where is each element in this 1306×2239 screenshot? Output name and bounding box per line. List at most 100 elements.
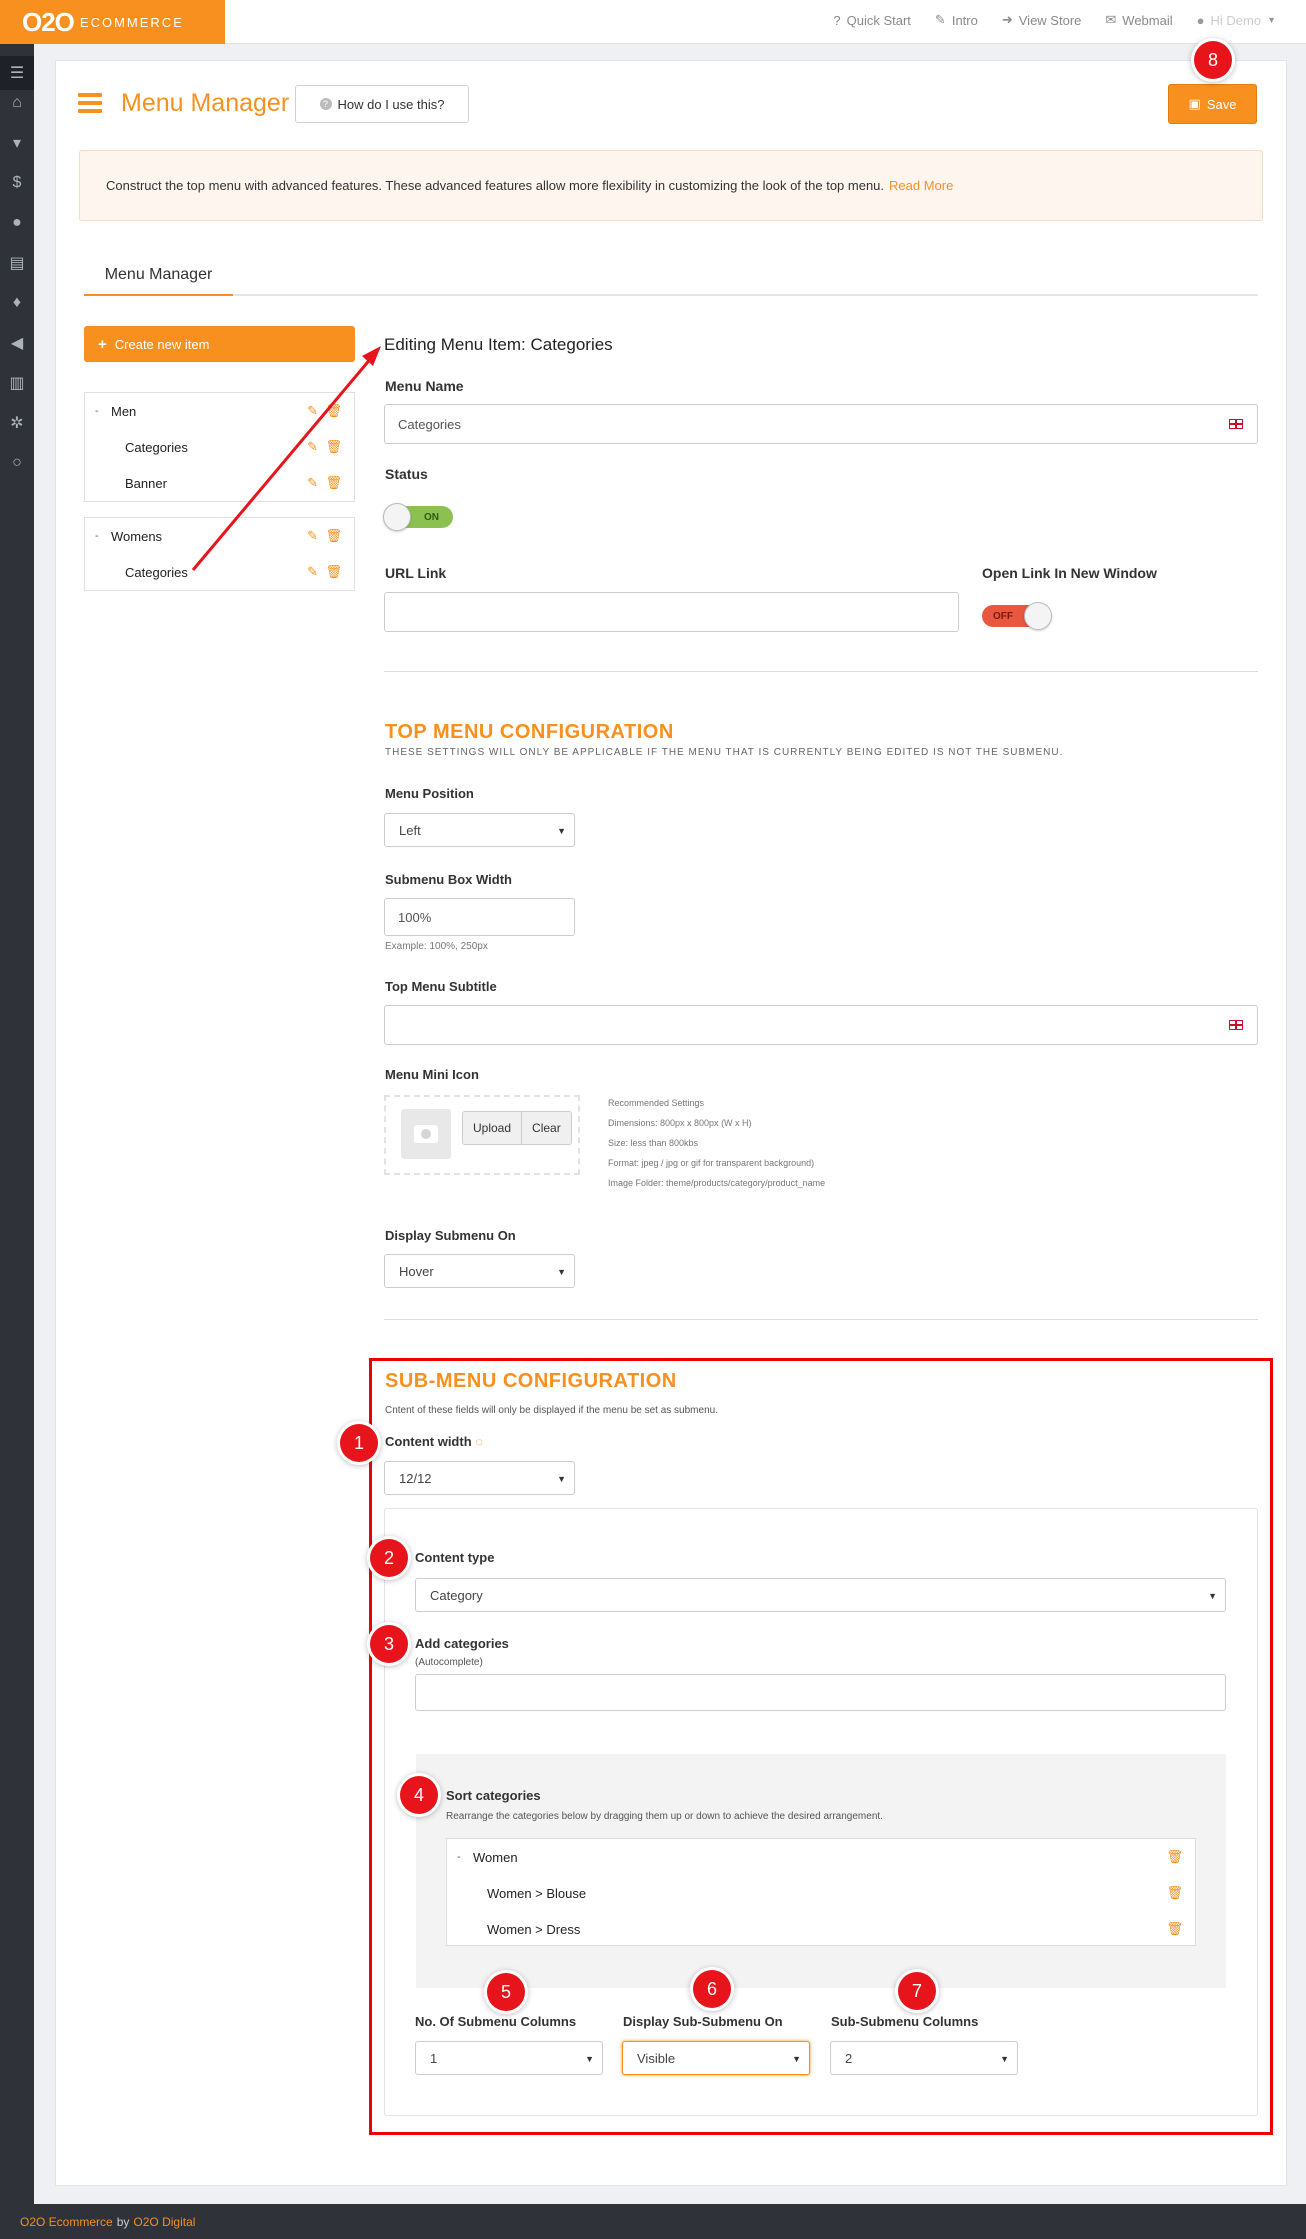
user-menu[interactable]: ● Hi Demo ▼ <box>1197 13 1276 28</box>
trash-icon[interactable]: 🗑 <box>325 564 342 580</box>
collapse-icon[interactable]: - <box>95 405 99 417</box>
flag-icon[interactable] <box>1229 1020 1243 1030</box>
view-store-link[interactable]: ➜ View Store <box>1002 12 1082 28</box>
menu-name-input[interactable]: Categories <box>384 404 1258 444</box>
megaphone-icon[interactable]: ◀ <box>0 326 34 360</box>
book-icon[interactable]: ▤ <box>0 246 34 280</box>
display-submenu-select[interactable]: Hover ▼ <box>384 1254 575 1288</box>
display-sub-submenu-value: Visible <box>637 2050 676 2066</box>
trash-icon[interactable]: 🗑 <box>1166 1885 1183 1901</box>
annotation-badge-4: 4 <box>400 1776 438 1814</box>
caret-down-icon: ▼ <box>557 1474 566 1484</box>
top-menu-subtitle-input[interactable] <box>384 1005 1258 1045</box>
comment-icon[interactable]: ◌ <box>475 1434 483 1449</box>
sort-item-label: Women <box>473 1849 518 1865</box>
edit-icon[interactable]: ✎ <box>307 564 318 580</box>
dollar-icon[interactable]: $ <box>0 166 34 200</box>
trash-icon[interactable]: 🗑 <box>1166 1921 1183 1937</box>
app-logo[interactable]: O2O ECOMMERCE <box>0 0 225 44</box>
sub-submenu-columns-label: Sub-Submenu Columns <box>831 2014 979 2029</box>
annotation-badge-2: 2 <box>370 1539 408 1577</box>
content-type-label: Content type <box>415 1550 495 1565</box>
chart-icon[interactable]: ▥ <box>0 366 34 400</box>
top-menu-title: TOP MENU CONFIGURATION <box>385 721 674 743</box>
save-button[interactable]: ▣ Save <box>1168 84 1257 124</box>
tree-item-men[interactable]: - Men ✎ 🗑 <box>85 393 354 429</box>
trash-icon[interactable]: 🗑 <box>325 439 342 455</box>
edit-icon[interactable]: ✎ <box>307 403 318 419</box>
menu-list-icon <box>78 93 102 113</box>
menu-position-value: Left <box>399 822 421 838</box>
status-toggle[interactable]: ON <box>383 503 453 531</box>
sub-submenu-columns-select[interactable]: 2 ▼ <box>830 2041 1018 2075</box>
collapse-icon[interactable]: - <box>95 530 99 542</box>
sort-item-dress[interactable]: Women > Dress 🗑 <box>447 1911 1195 1947</box>
help-button[interactable]: ? How do I use this? <box>295 85 469 123</box>
webmail-link[interactable]: ✉ Webmail <box>1105 12 1172 28</box>
edit-icon[interactable]: ✎ <box>307 528 318 544</box>
question-icon: ? <box>833 12 841 28</box>
sort-item-label: Women > Dress <box>487 1921 581 1937</box>
collapse-icon[interactable]: - <box>457 1851 461 1863</box>
content-type-value: Category <box>430 1587 483 1603</box>
quick-start-label: Quick Start <box>846 12 911 28</box>
tree-item-label: Categories <box>125 564 188 580</box>
top-nav: ? Quick Start ✎ Intro ➜ View Store ✉ Webmail… <box>833 0 1276 40</box>
footer-brand[interactable]: O2O Ecommerce <box>20 2215 113 2229</box>
upload-button-group: Upload Clear <box>462 1111 572 1145</box>
tab-menu-manager[interactable]: Menu Manager <box>84 256 233 296</box>
edit-icon[interactable]: ✎ <box>307 475 318 491</box>
cart-icon[interactable]: ▾ <box>0 126 34 160</box>
menu-toggle-icon[interactable]: ☰ <box>0 56 34 90</box>
sort-list: - Women 🗑 Women > Blouse 🗑 Women > Dress… <box>446 1838 1196 1946</box>
chat-icon[interactable]: ○ <box>0 446 34 480</box>
sub-menu-title: SUB-MENU CONFIGURATION <box>385 1370 677 1392</box>
menu-position-label: Menu Position <box>385 786 474 801</box>
submenu-columns-label: No. Of Submenu Columns <box>415 2014 577 2029</box>
brand-subtitle: ECOMMERCE <box>79 14 184 30</box>
create-new-item-button[interactable]: + Create new item <box>84 326 355 362</box>
new-window-toggle[interactable]: OFF <box>982 602 1052 630</box>
user-label: Hi Demo <box>1210 12 1262 28</box>
left-nav: ☰ ⌂ ▾ $ ● ▤ ♦ ◀ ▥ ✲ ○ <box>0 44 34 2204</box>
tree-item-categories[interactable]: Categories ✎ 🗑 <box>85 429 354 465</box>
read-more-link[interactable]: Read More <box>889 178 953 193</box>
clear-button[interactable]: Clear <box>521 1112 571 1144</box>
trash-icon[interactable]: 🗑 <box>325 528 342 544</box>
trash-icon[interactable]: 🗑 <box>1166 1849 1183 1865</box>
url-link-input[interactable] <box>384 592 959 632</box>
submenu-columns-select[interactable]: 1 ▼ <box>415 2041 603 2075</box>
thumbs-up-icon[interactable]: ♦ <box>0 286 34 320</box>
trash-icon[interactable]: 🗑 <box>325 475 342 491</box>
help-label: How do I use this? <box>337 96 445 112</box>
content-type-select[interactable]: Category ▼ <box>415 1578 1226 1612</box>
tree-item-womens[interactable]: - Womens ✎ 🗑 <box>85 518 354 554</box>
upload-button[interactable]: Upload <box>463 1112 522 1144</box>
image-upload-box: Upload Clear <box>384 1095 580 1175</box>
footer-company[interactable]: O2O Digital <box>133 2215 195 2229</box>
user-icon[interactable]: ● <box>0 206 34 240</box>
sort-item-women[interactable]: - Women 🗑 <box>447 1839 1195 1875</box>
intro-link[interactable]: ✎ Intro <box>935 12 978 28</box>
content-width-select[interactable]: 12/12 ▼ <box>384 1461 575 1495</box>
sort-item-blouse[interactable]: Women > Blouse 🗑 <box>447 1875 1195 1911</box>
tree-item-banner[interactable]: Banner ✎ 🗑 <box>85 465 354 501</box>
sort-categories-label: Sort categories <box>446 1788 541 1803</box>
add-categories-input[interactable] <box>415 1674 1226 1711</box>
display-sub-submenu-select[interactable]: Visible ▼ <box>622 2041 810 2075</box>
top-menu-subtitle-label: Top Menu Subtitle <box>385 979 497 994</box>
new-window-toggle-text: OFF <box>993 610 1013 622</box>
camera-placeholder-icon <box>401 1109 451 1159</box>
home-icon[interactable]: ⌂ <box>0 86 34 120</box>
user-icon: ● <box>1196 12 1205 28</box>
gears-icon[interactable]: ✲ <box>0 406 34 440</box>
quick-start-link[interactable]: ? Quick Start <box>833 13 911 28</box>
chevron-down-icon: ▼ <box>1267 15 1276 25</box>
trash-icon[interactable]: 🗑 <box>325 403 342 419</box>
tree-item-categories[interactable]: Categories ✎ 🗑 <box>85 554 354 590</box>
edit-icon[interactable]: ✎ <box>307 439 318 455</box>
menu-position-select[interactable]: Left ▼ <box>384 813 575 847</box>
caret-down-icon: ▼ <box>557 1267 566 1277</box>
box-width-input[interactable]: 100% <box>384 898 575 936</box>
flag-icon[interactable] <box>1229 419 1243 429</box>
